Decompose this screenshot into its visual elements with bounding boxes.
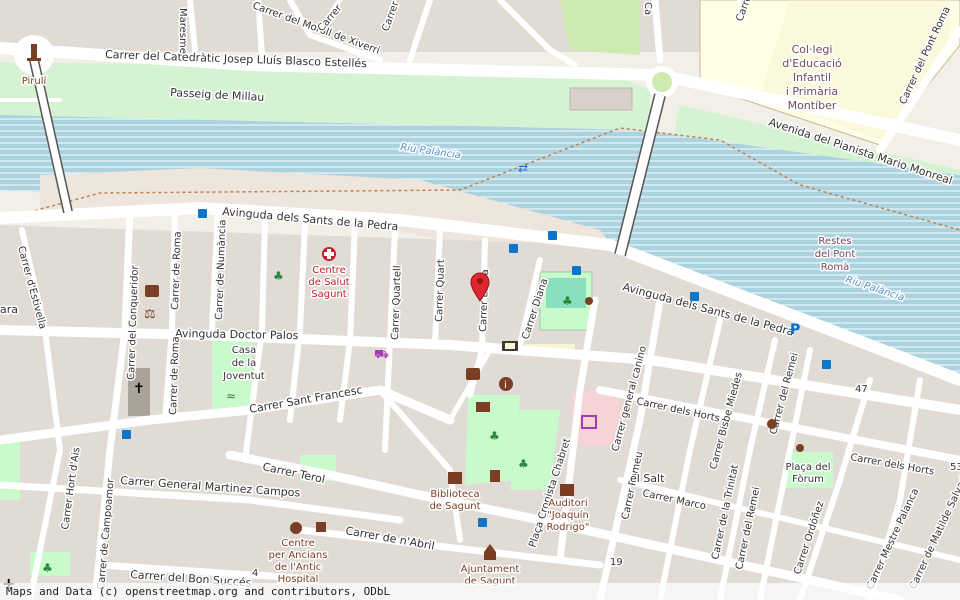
svg-text:Romà: Romà bbox=[821, 261, 850, 273]
place-label-restes: Restes del Pont Romà bbox=[813, 235, 857, 275]
park-top bbox=[560, 0, 640, 55]
hospital-icon[interactable] bbox=[322, 247, 336, 261]
church-icon[interactable]: ✝ bbox=[133, 381, 145, 397]
svg-text:de Sagunt: de Sagunt bbox=[429, 501, 480, 512]
svg-text:⚖: ⚖ bbox=[144, 307, 156, 322]
svg-text:♣: ♣ bbox=[273, 269, 284, 283]
ferry-icon[interactable]: ⇄ bbox=[518, 161, 528, 175]
svg-text:♣: ♣ bbox=[518, 457, 529, 471]
svg-text:Fòrum: Fòrum bbox=[792, 473, 824, 485]
street-label-doctor-palos: Avinguda Doctor Palos bbox=[175, 327, 299, 342]
place-label-pirul: Pirulí bbox=[22, 75, 48, 87]
svg-text:Sagunt: Sagunt bbox=[311, 289, 346, 300]
svg-text:♣: ♣ bbox=[562, 294, 573, 308]
svg-text:de l'Antic: de l'Antic bbox=[275, 562, 322, 573]
street-label-quart: Carrer Quart bbox=[434, 259, 447, 322]
svg-text:de la: de la bbox=[232, 358, 257, 369]
house-number-47: 47 bbox=[855, 384, 868, 395]
place-label-centre-salut: Centre de Salut Sagunt bbox=[307, 264, 351, 302]
svg-text:Col·legi: Col·legi bbox=[792, 43, 833, 56]
svg-text:Ajuntament: Ajuntament bbox=[461, 564, 520, 575]
svg-text:Plaça del: Plaça del bbox=[785, 462, 830, 473]
svg-text:⇄: ⇄ bbox=[518, 161, 528, 175]
svg-text:de Salut: de Salut bbox=[308, 277, 349, 288]
mail-icon[interactable] bbox=[476, 402, 490, 412]
roundabout-east-center bbox=[652, 72, 672, 92]
svg-text:d'Educació: d'Educació bbox=[782, 57, 842, 70]
building-top bbox=[569, 87, 633, 111]
map-canvas[interactable]: Carrer del Catedràtic Josep Lluís Blasco… bbox=[0, 0, 960, 600]
theatre-icon[interactable] bbox=[502, 341, 518, 351]
shop-icon[interactable]: ⛟ bbox=[374, 347, 389, 361]
svg-text:per Ancians: per Ancians bbox=[269, 550, 328, 561]
svg-text:del Pont: del Pont bbox=[815, 249, 856, 260]
svg-text:Restes: Restes bbox=[818, 236, 851, 247]
svg-text:Centre: Centre bbox=[312, 265, 345, 276]
street-label-c-top-right: Ca bbox=[642, 2, 653, 15]
svg-text:Joventut: Joventut bbox=[222, 371, 265, 382]
swimming-icon[interactable]: ≈ bbox=[226, 389, 236, 403]
svg-text:Centre: Centre bbox=[281, 538, 314, 549]
svg-text:P: P bbox=[790, 322, 800, 338]
svg-text:⛟: ⛟ bbox=[374, 347, 389, 361]
house-number-4: 4 bbox=[252, 568, 258, 579]
park-west bbox=[0, 440, 20, 500]
svg-text:≈: ≈ bbox=[226, 389, 236, 403]
street-label-ara: ara bbox=[0, 303, 18, 316]
place-label-auditori: Auditori "Joaquín Rodrigo" bbox=[545, 497, 591, 535]
svg-text:✝: ✝ bbox=[133, 381, 145, 397]
house-number-53: 53 bbox=[950, 462, 960, 473]
svg-text:Biblioteca: Biblioteca bbox=[430, 489, 479, 500]
svg-text:Infantil: Infantil bbox=[793, 71, 831, 84]
street-label-maresme: Maresme bbox=[177, 8, 188, 54]
place-label-placa-forum: Plaça del Fòrum bbox=[784, 461, 832, 487]
place-label-biblioteca: Biblioteca de Sagunt bbox=[428, 488, 482, 514]
svg-text:i: i bbox=[504, 380, 507, 391]
svg-text:i Primària: i Primària bbox=[786, 85, 838, 98]
svg-text:Casa: Casa bbox=[232, 345, 256, 356]
court-icon[interactable]: ⚖ bbox=[144, 307, 156, 322]
area-label-el-salt: el Salt bbox=[630, 472, 665, 485]
svg-text:"Joaquín: "Joaquín bbox=[547, 509, 589, 521]
house-number-19: 19 bbox=[610, 557, 623, 568]
svg-text:♣: ♣ bbox=[42, 561, 53, 575]
svg-text:Auditori: Auditori bbox=[548, 498, 587, 509]
svg-text:Rodrigo": Rodrigo" bbox=[547, 522, 590, 533]
svg-text:Montíber: Montíber bbox=[788, 99, 837, 112]
info-icon[interactable]: i bbox=[499, 377, 513, 391]
map-attribution[interactable]: Maps and Data (c) openstreetmap.org and … bbox=[0, 583, 960, 600]
svg-text:♣: ♣ bbox=[489, 429, 500, 443]
parking-icon[interactable]: P bbox=[790, 322, 800, 338]
